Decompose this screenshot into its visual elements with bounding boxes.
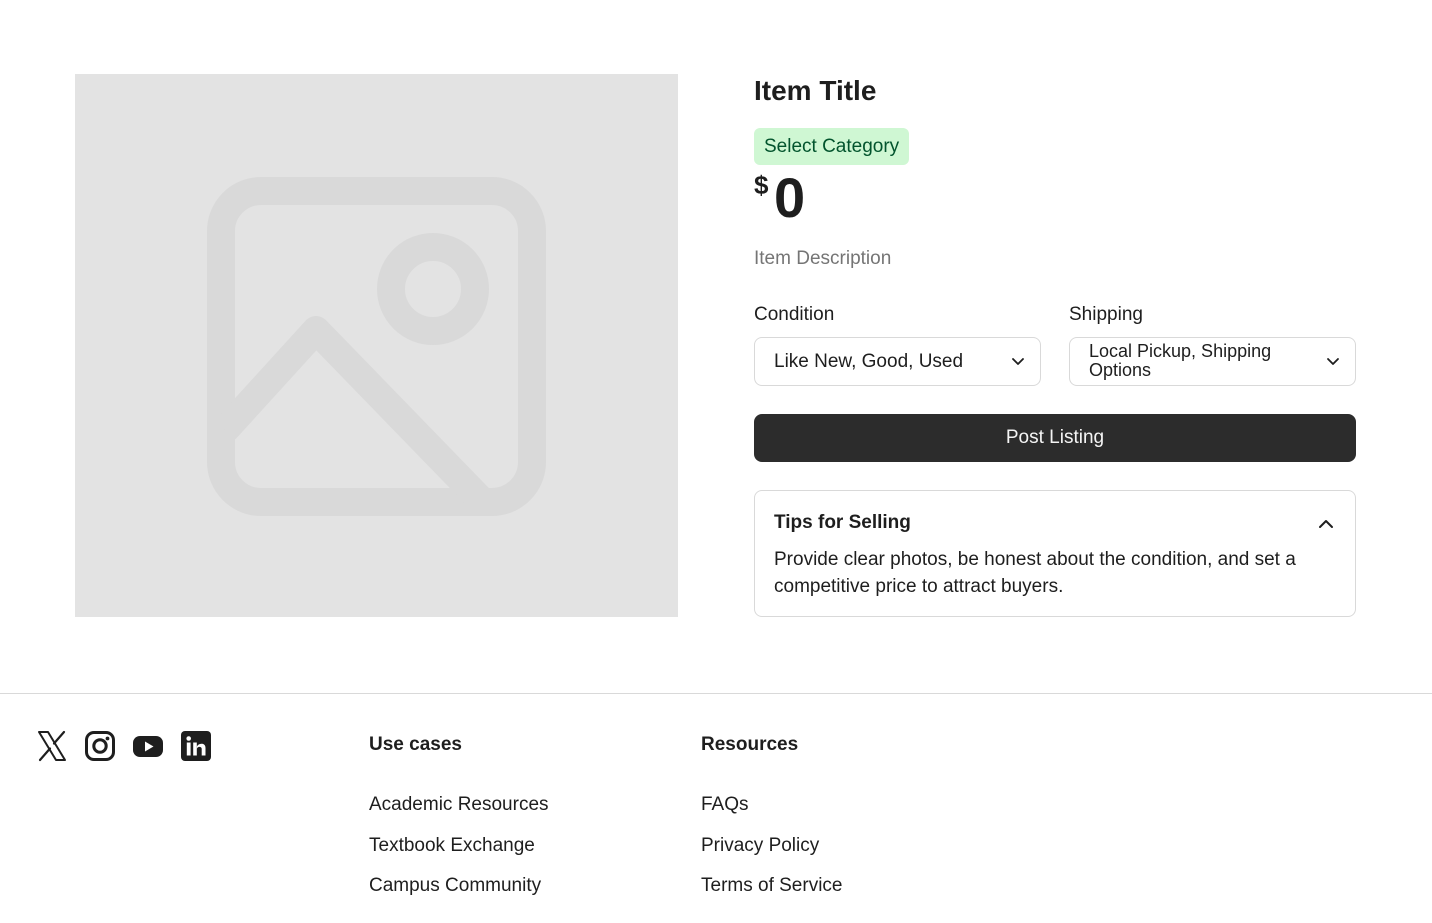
condition-label: Condition (754, 304, 835, 325)
image-placeholder-icon (207, 177, 546, 516)
chevron-up-icon[interactable] (1317, 515, 1335, 533)
instagram-icon[interactable] (84, 730, 116, 762)
shipping-label: Shipping (1069, 304, 1143, 325)
footer-link-textbook-exchange[interactable]: Textbook Exchange (369, 833, 535, 859)
price-amount: 0 (774, 166, 806, 229)
item-description[interactable]: Item Description (754, 247, 891, 271)
linkedin-icon[interactable] (180, 730, 212, 762)
footer-link-terms-of-service[interactable]: Terms of Service (701, 873, 842, 899)
footer-link-faqs[interactable]: FAQs (701, 792, 749, 818)
chevron-down-icon (1327, 358, 1339, 365)
price-currency: $ (754, 170, 769, 200)
youtube-icon[interactable] (132, 730, 164, 762)
item-image-placeholder[interactable] (75, 74, 678, 617)
footer-link-campus-community[interactable]: Campus Community (369, 873, 541, 899)
footer-divider (0, 693, 1432, 694)
footer-column-title: Use cases (369, 734, 462, 755)
shipping-select-value: Local Pickup, Shipping Options (1089, 341, 1272, 380)
footer-column-use-cases: Use cases Academic Resources Textbook Ex… (369, 732, 549, 896)
x-icon[interactable] (36, 730, 68, 762)
footer-column-title: Resources (701, 734, 799, 755)
post-listing-button[interactable]: Post Listing (754, 414, 1356, 462)
footer-link-academic-resources[interactable]: Academic Resources (369, 792, 549, 818)
condition-select[interactable]: Like New, Good, Used (754, 337, 1041, 386)
category-tag[interactable]: Select Category (754, 128, 910, 165)
condition-select-value: Like New, Good, Used (774, 351, 964, 372)
item-title[interactable]: Item Title (754, 74, 876, 108)
footer-column-resources: Resources FAQs Privacy Policy Terms of S… (701, 732, 842, 896)
shipping-select[interactable]: Local Pickup, Shipping Options (1069, 337, 1356, 386)
chevron-down-icon (1012, 358, 1024, 365)
tips-body: Provide clear photos, be honest about th… (774, 549, 1296, 597)
tips-accordion: Tips for Selling Provide clear photos, b… (754, 490, 1356, 617)
tips-title[interactable]: Tips for Selling (774, 511, 911, 535)
footer-link-privacy-policy[interactable]: Privacy Policy (701, 833, 819, 859)
